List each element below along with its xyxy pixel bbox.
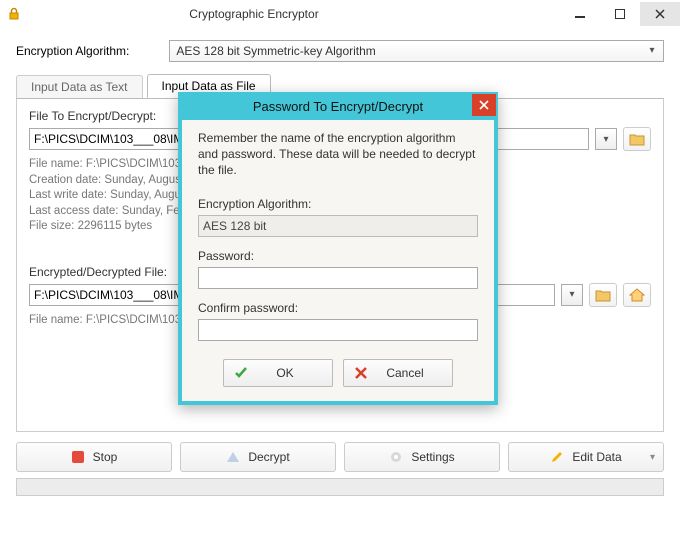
dialog-message: Remember the name of the encryption algo… (198, 130, 478, 179)
browse-file-button[interactable] (623, 127, 651, 151)
dialog-algorithm-value: AES 128 bit (198, 215, 478, 237)
dialog-password-input[interactable] (198, 267, 478, 289)
edit-data-button-label: Edit Data (572, 450, 621, 464)
chevron-down-icon: ▾ (645, 45, 659, 59)
title-bar: Cryptographic Encryptor (0, 0, 680, 28)
dialog-password-label: Password: (198, 249, 478, 263)
dialog-algorithm-label: Encryption Algorithm: (198, 197, 478, 211)
chevron-down-icon: ▾ (650, 452, 655, 463)
encryption-algorithm-value: AES 128 bit Symmetric-key Algorithm (176, 44, 375, 58)
progress-bar (16, 478, 664, 496)
maximize-button[interactable] (600, 2, 640, 26)
decrypt-button-label: Decrypt (248, 450, 289, 464)
settings-button[interactable]: Settings (344, 442, 500, 472)
checkmark-icon (234, 366, 248, 380)
dialog-ok-label: OK (248, 366, 322, 380)
dialog-ok-button[interactable]: OK (223, 359, 333, 387)
cross-icon (354, 366, 368, 380)
dialog-confirm-input[interactable] (198, 319, 478, 341)
stop-button[interactable]: Stop (16, 442, 172, 472)
password-dialog: Password To Encrypt/Decrypt Remember the… (178, 92, 498, 405)
dialog-title: Password To Encrypt/Decrypt (253, 99, 423, 114)
tab-input-text[interactable]: Input Data as Text (16, 75, 143, 98)
close-window-button[interactable] (640, 2, 680, 26)
app-title: Cryptographic Encryptor (0, 7, 560, 21)
decrypt-button[interactable]: Decrypt (180, 442, 336, 472)
encryption-algorithm-select[interactable]: AES 128 bit Symmetric-key Algorithm ▾ (169, 40, 664, 62)
dialog-close-button[interactable] (472, 94, 496, 116)
encryption-algorithm-label: Encryption Algorithm: (16, 44, 129, 58)
dialog-cancel-label: Cancel (368, 366, 442, 380)
edit-data-button[interactable]: Edit Data ▾ (508, 442, 664, 472)
home-output-button[interactable] (623, 283, 651, 307)
dialog-cancel-button[interactable]: Cancel (343, 359, 453, 387)
output-file-dropdown[interactable]: ▾ (561, 284, 583, 306)
minimize-button[interactable] (560, 2, 600, 26)
dialog-confirm-label: Confirm password: (198, 301, 478, 315)
stop-button-label: Stop (93, 450, 118, 464)
browse-output-button[interactable] (589, 283, 617, 307)
bottom-toolbar: Stop Decrypt Settings Edit Data ▾ (16, 442, 664, 472)
settings-button-label: Settings (411, 450, 454, 464)
file-to-encrypt-dropdown[interactable]: ▾ (595, 128, 617, 150)
dialog-title-bar: Password To Encrypt/Decrypt (178, 92, 498, 120)
